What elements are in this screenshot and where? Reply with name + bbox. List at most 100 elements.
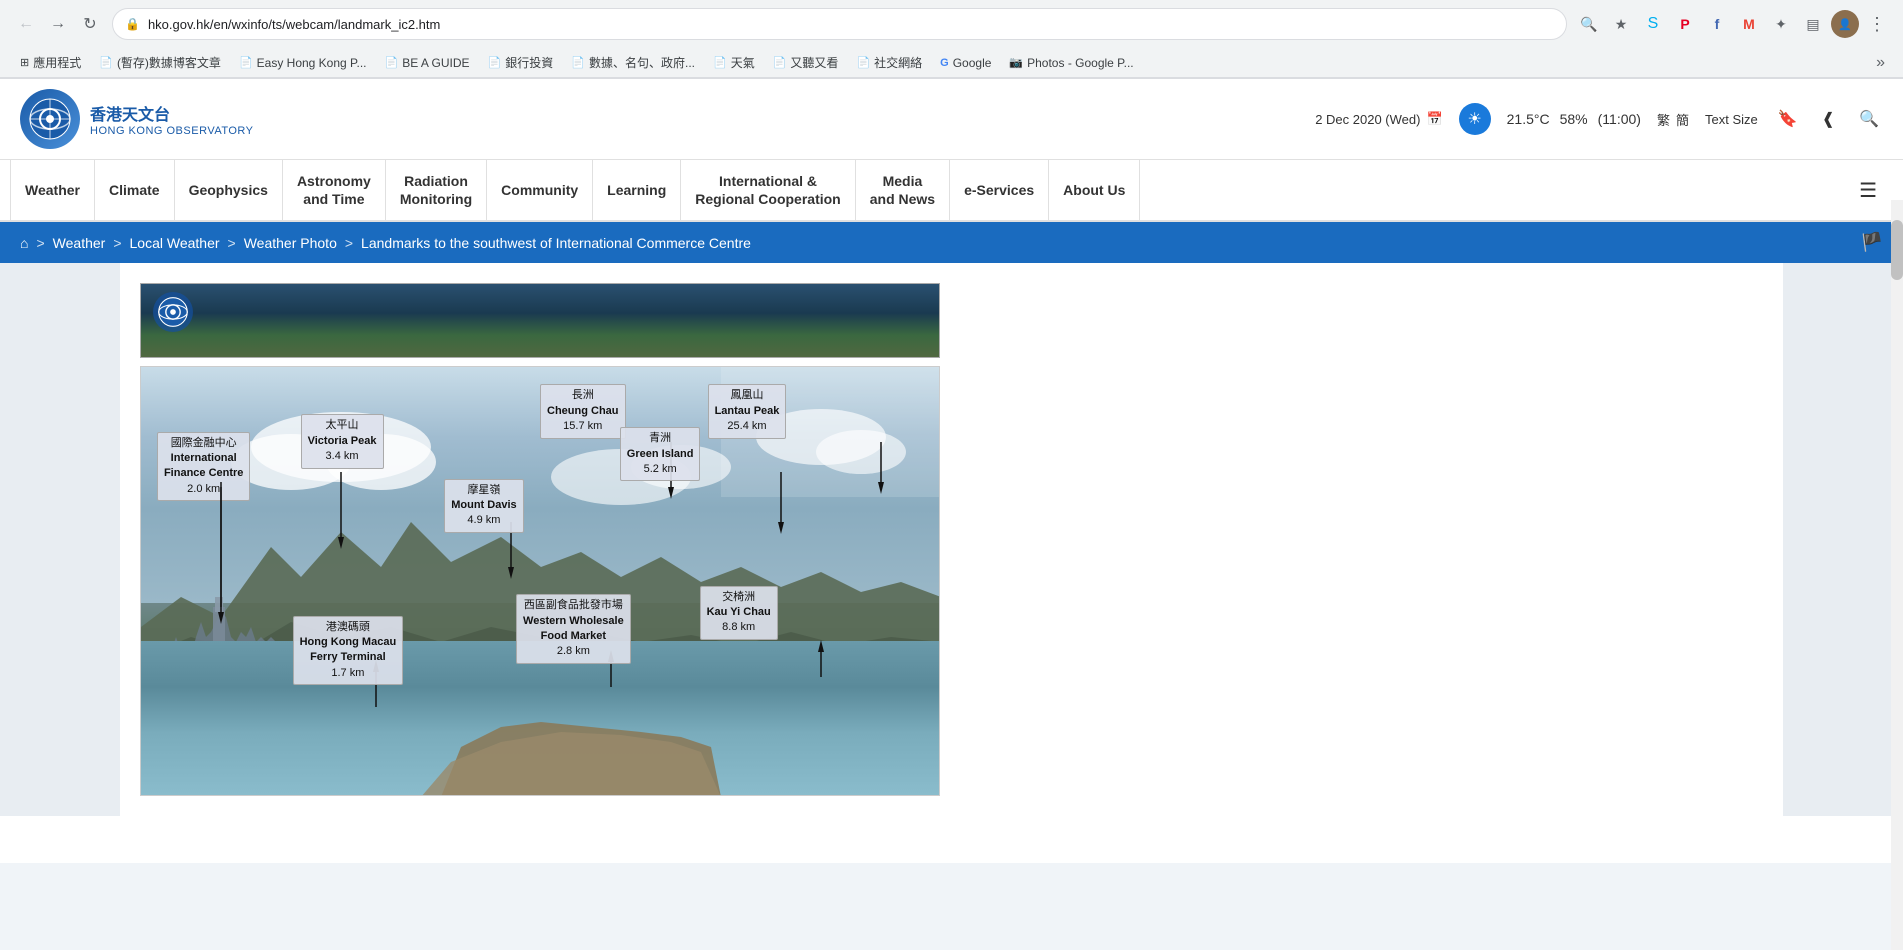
address-bar[interactable]: 🔒 xyxy=(112,8,1567,40)
nav-item-geophysics[interactable]: Geophysics xyxy=(175,160,283,220)
nav-item-international[interactable]: International &Regional Cooperation xyxy=(681,160,855,220)
extension2-button[interactable]: ✦ xyxy=(1767,10,1795,38)
lang-simplified[interactable]: 簡 xyxy=(1676,110,1689,129)
nav-item-community[interactable]: Community xyxy=(487,160,593,220)
hko-header: 香港天文台 HONG KONG OBSERVATORY 2 Dec 2020 (… xyxy=(0,79,1903,160)
hko-date: 2 Dec 2020 (Wed) 📅 xyxy=(1315,111,1442,127)
nav-item-astronomy[interactable]: Astronomyand Time xyxy=(283,160,386,220)
profile-button[interactable]: 👤 xyxy=(1831,10,1859,38)
header-share-button[interactable]: ❰ xyxy=(1818,105,1839,133)
scrollbar-thumb[interactable] xyxy=(1891,220,1903,280)
browser-chrome: ← → ↻ 🔒 🔍 ★ S P f M ✦ ▤ 👤 ⋮ ⊞ 應用程式 📄 xyxy=(0,0,1903,79)
bookmark-1[interactable]: 📄 (暫存)數據博客文章 xyxy=(91,51,229,74)
breadcrumb-current-page: Landmarks to the southwest of Internatio… xyxy=(361,235,751,251)
nav-item-weather[interactable]: Weather xyxy=(10,160,95,220)
landmark-ferry-terminal: 港澳碼頭 Hong Kong Macau Ferry Terminal 1.7 … xyxy=(293,616,404,686)
webcam-images: 國際金融中心 International Finance Centre 2.0 … xyxy=(140,273,1763,806)
calendar-icon[interactable]: 📅 xyxy=(1426,111,1442,127)
menu-button[interactable]: ⋮ xyxy=(1863,10,1891,38)
bookmark-label-photos: Photos - Google P... xyxy=(1027,56,1134,70)
landmark-cheung-chau: 長洲 Cheung Chau 15.7 km xyxy=(540,384,626,438)
landmark-green-island: 青洲 Green Island 5.2 km xyxy=(620,427,701,481)
bookmark-label-5: 數據、名句、政府... xyxy=(589,54,695,71)
breadcrumb-weather-link[interactable]: Weather xyxy=(53,235,106,251)
breadcrumb: ⌂ > Weather > Local Weather > Weather Ph… xyxy=(0,222,1903,263)
home-icon: ⌂ xyxy=(20,235,28,251)
bookmark-star-button[interactable]: ★ xyxy=(1607,10,1635,38)
extension-button[interactable]: f xyxy=(1703,10,1731,38)
breadcrumb-bookmark-icon[interactable]: 🏴 xyxy=(1861,232,1883,253)
nav-item-radiation[interactable]: RadiationMonitoring xyxy=(386,160,487,220)
nav-item-media[interactable]: Mediaand News xyxy=(856,160,950,220)
top-image-partial xyxy=(140,283,940,358)
bookmark-2[interactable]: 📄 Easy Hong Kong P... xyxy=(231,53,375,73)
breadcrumb-sep-4: > xyxy=(345,235,353,251)
language-switcher: 繁 簡 xyxy=(1657,110,1689,129)
bookmark-5[interactable]: 📄 數據、名句、政府... xyxy=(563,51,703,74)
hko-logo-svg xyxy=(29,98,71,140)
back-button[interactable]: ← xyxy=(12,10,40,38)
landmark-mount-davis: 摩星嶺 Mount Davis 4.9 km xyxy=(444,479,523,533)
forward-button[interactable]: → xyxy=(44,10,72,38)
bookmark-label-6: 天氣 xyxy=(731,54,755,71)
bookmark-label-2: Easy Hong Kong P... xyxy=(257,56,367,70)
breadcrumb-sep-3: > xyxy=(228,235,236,251)
hko-logo-text: 香港天文台 HONG KONG OBSERVATORY xyxy=(90,101,254,137)
nav-item-learning[interactable]: Learning xyxy=(593,160,681,220)
date-text: 2 Dec 2020 (Wed) xyxy=(1315,112,1420,127)
bookmark-label-7: 又聽又看 xyxy=(790,54,838,71)
bookmark-label: 應用程式 xyxy=(33,54,81,71)
folder-icon-3: 📄 xyxy=(385,56,399,69)
water-layer xyxy=(141,641,939,795)
bookmark-4[interactable]: 📄 銀行投資 xyxy=(480,51,562,74)
breadcrumb-local-weather-link[interactable]: Local Weather xyxy=(130,235,220,251)
temperature-display: 21.5°C xyxy=(1507,111,1550,127)
bookmark-6[interactable]: 📄 天氣 xyxy=(705,51,763,74)
bookmarks-more-button[interactable]: » xyxy=(1870,52,1891,74)
landmark-lantau-peak: 鳳凰山 Lantau Peak 25.4 km xyxy=(708,384,787,438)
nav-item-eservices[interactable]: e-Services xyxy=(950,160,1049,220)
google-icon: G xyxy=(940,57,949,69)
folder-icon-6: 📄 xyxy=(713,56,727,69)
gmail-button[interactable]: M xyxy=(1735,10,1763,38)
skype-button[interactable]: S xyxy=(1639,10,1667,38)
folder-icon-4: 📄 xyxy=(488,56,502,69)
bookmark-7[interactable]: 📄 又聽又看 xyxy=(765,51,847,74)
time-display: (11:00) xyxy=(1598,111,1641,127)
search-engine-button[interactable]: 🔍 xyxy=(1575,10,1603,38)
bookmark-photos[interactable]: 📷 Photos - Google P... xyxy=(1001,53,1141,73)
nav-item-about[interactable]: About Us xyxy=(1049,160,1140,220)
hamburger-menu-button[interactable]: ☰ xyxy=(1843,160,1893,220)
humidity-display: 58% xyxy=(1560,111,1588,127)
hko-logo[interactable]: 香港天文台 HONG KONG OBSERVATORY xyxy=(20,89,254,149)
hko-logo-watermark xyxy=(158,297,188,327)
browser-titlebar: ← → ↻ 🔒 🔍 ★ S P f M ✦ ▤ 👤 ⋮ xyxy=(0,0,1903,48)
bookmark-google[interactable]: G Google xyxy=(932,53,999,73)
hko-website: 香港天文台 HONG KONG OBSERVATORY 2 Dec 2020 (… xyxy=(0,79,1903,863)
breadcrumb-weather-photo-link[interactable]: Weather Photo xyxy=(244,235,337,251)
breadcrumb-home-link[interactable]: ⌂ xyxy=(20,235,28,251)
header-bookmark-button[interactable]: 🔖 xyxy=(1774,105,1802,133)
folder-icon-8: 📄 xyxy=(856,56,870,69)
refresh-button[interactable]: ↻ xyxy=(76,10,104,38)
bookmark-8[interactable]: 📄 社交網絡 xyxy=(848,51,930,74)
apps-icon: ⊞ xyxy=(20,56,29,69)
weather-badge: ☀ xyxy=(1459,103,1491,135)
page-scrollbar[interactable] xyxy=(1891,200,1903,950)
bookmark-apps[interactable]: ⊞ 應用程式 xyxy=(12,51,89,74)
landmark-kau-yi-chau: 交椅洲 Kau Yi Chau 8.8 km xyxy=(700,586,778,640)
bookmark-3[interactable]: 📄 BE A GUIDE xyxy=(377,53,478,73)
landmark-western-wholesale: 西區副食品批發市場 Western Wholesale Food Market … xyxy=(516,594,631,664)
hko-logo-circle xyxy=(20,89,80,149)
text-size-label: Text Size xyxy=(1705,112,1758,127)
lang-traditional[interactable]: 繁 xyxy=(1657,110,1670,129)
landmark-victoria-peak: 太平山 Victoria Peak 3.4 km xyxy=(301,414,384,468)
header-search-button[interactable]: 🔍 xyxy=(1855,105,1883,133)
bookmark-label-3: BE A GUIDE xyxy=(402,56,469,70)
pinterest-button[interactable]: P xyxy=(1671,10,1699,38)
cast-button[interactable]: ▤ xyxy=(1799,10,1827,38)
folder-icon-5: 📄 xyxy=(571,56,585,69)
sun-icon: ☀ xyxy=(1467,109,1481,129)
url-input[interactable] xyxy=(148,17,1554,32)
nav-item-climate[interactable]: Climate xyxy=(95,160,175,220)
